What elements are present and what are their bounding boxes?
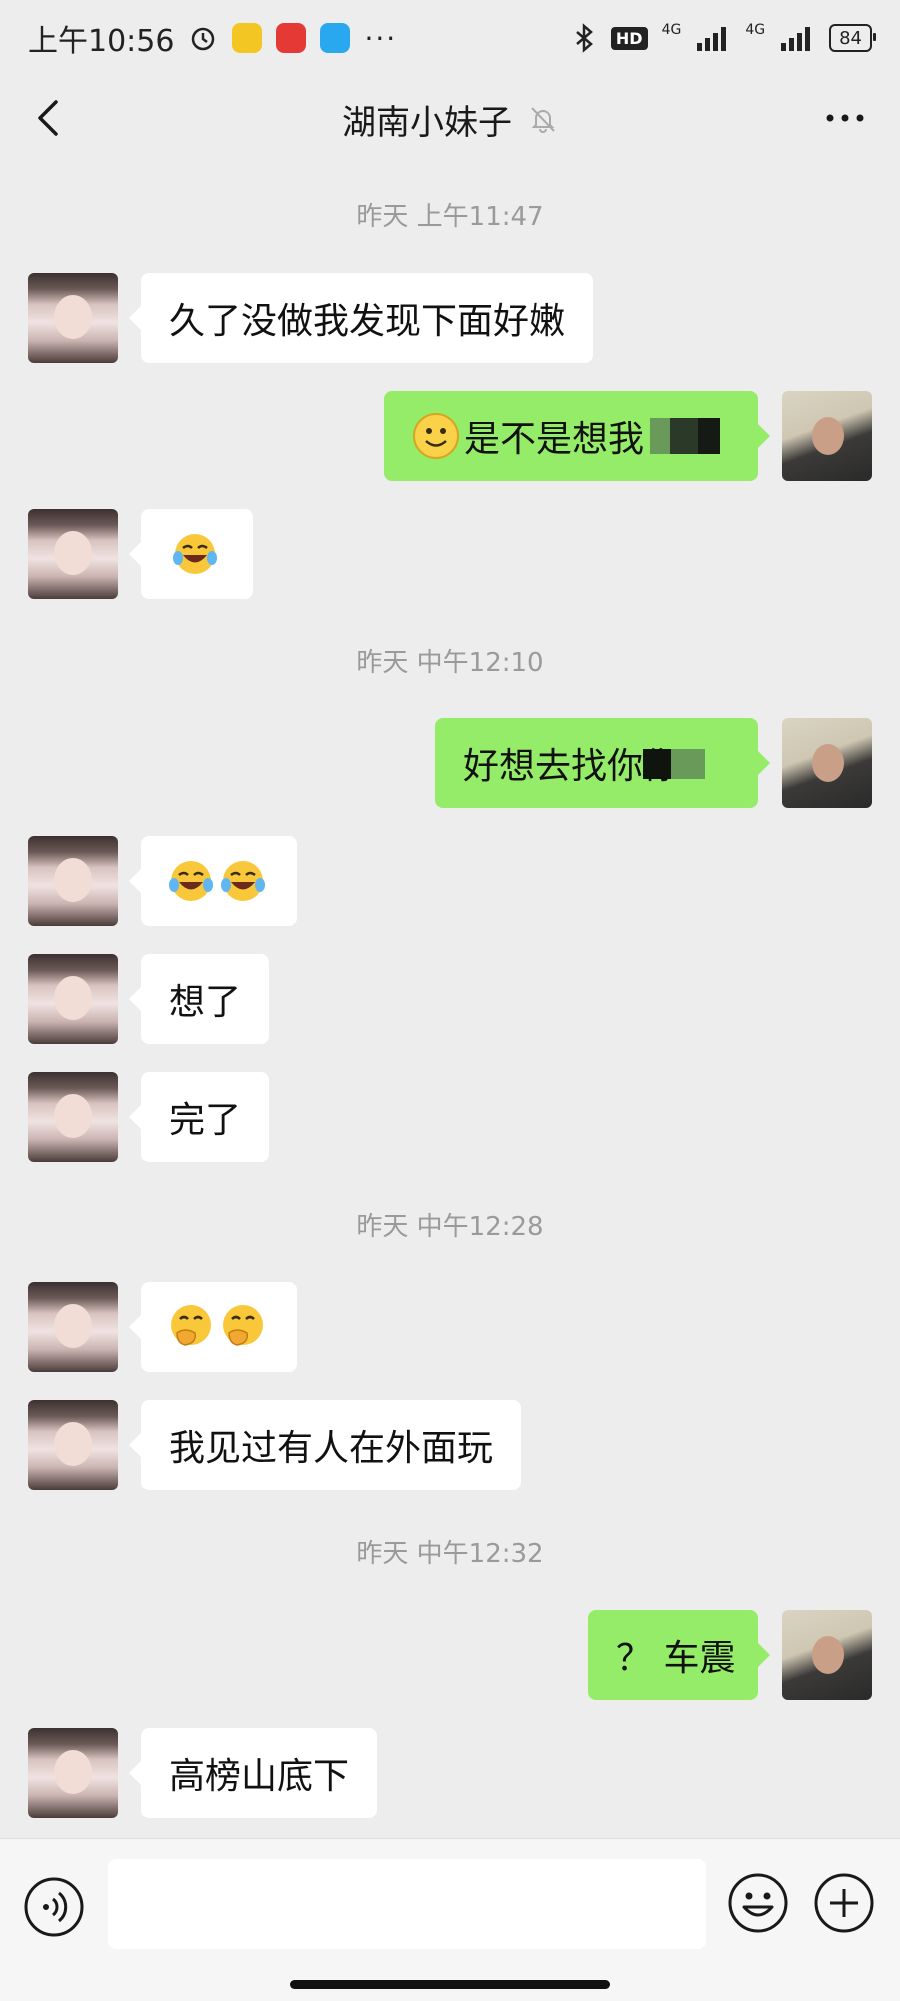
message-bubble-outgoing[interactable]: 是不是想我	[384, 391, 770, 481]
alarm-icon	[192, 27, 215, 51]
avatar-contact[interactable]	[28, 509, 118, 599]
avatar-contact[interactable]	[28, 836, 118, 926]
message-text: 久了没做我发现下面好嫩	[169, 301, 566, 342]
smiley-emoji-icon	[413, 413, 459, 459]
app-notification-icon-red	[276, 23, 307, 53]
home-indicator[interactable]	[290, 1980, 610, 1989]
bell-off-icon	[531, 107, 555, 133]
message-bubble-incoming[interactable]	[129, 1282, 297, 1372]
signal-icon-1	[697, 27, 727, 51]
redaction-mosaic	[650, 418, 721, 454]
avatar-contact[interactable]	[28, 954, 118, 1044]
status-time: 上午10:56	[28, 24, 175, 59]
message-bubble-incoming[interactable]	[129, 836, 297, 926]
plus-circle-icon[interactable]	[812, 1871, 876, 1935]
redaction-mosaic	[643, 749, 706, 779]
laughing-tears-emoji-icon	[173, 534, 217, 574]
more-horizontal-icon[interactable]	[820, 98, 870, 138]
app-notification-icon-yellow	[232, 23, 263, 53]
voice-icon[interactable]	[22, 1875, 86, 1939]
status-bar-left: 上午10:56 ···	[28, 16, 397, 60]
message-bubble-incoming[interactable]: 完了	[128, 1072, 270, 1162]
message-text: 完了	[169, 1100, 242, 1141]
status-bar-right: HD 4G 4G 84	[573, 22, 876, 53]
signal-icon-2	[781, 27, 811, 51]
message-input[interactable]	[108, 1859, 706, 1949]
avatar-contact[interactable]	[28, 1072, 118, 1162]
message-text: 高榜山底下	[169, 1756, 350, 1797]
input-bar	[0, 1838, 900, 2001]
timestamp: 昨天 中午12:32	[356, 1539, 544, 1569]
message-bubble-incoming[interactable]: 久了没做我发现下面好嫩	[128, 273, 594, 363]
battery-indicator: 84	[829, 24, 876, 52]
hd-badge: HD	[610, 26, 648, 50]
hand-over-mouth-emoji-icon	[223, 1305, 263, 1346]
network-type-2: 4G	[745, 22, 766, 38]
timestamp: 昨天 中午12:28	[356, 1212, 544, 1242]
avatar-contact[interactable]	[28, 1728, 118, 1818]
avatar-self[interactable]	[782, 1610, 872, 1700]
avatar-contact[interactable]	[28, 273, 118, 363]
chat-title: 湖南小妹子	[342, 102, 512, 143]
status-more-dots: ···	[364, 21, 398, 55]
message-text: 是不是想我	[464, 419, 645, 460]
avatar-self[interactable]	[782, 718, 872, 808]
message-bubble-incoming[interactable]: 我见过有人在外面玩	[128, 1400, 522, 1490]
avatar-contact[interactable]	[28, 1400, 118, 1490]
network-type-1: 4G	[661, 22, 682, 38]
message-text: 我见过有人在外面玩	[169, 1428, 494, 1469]
emoji-face-icon[interactable]	[726, 1871, 790, 1935]
chat-header: 湖南小妹子	[0, 76, 900, 162]
hand-over-mouth-emoji-icon	[171, 1305, 211, 1346]
message-bubble-outgoing[interactable]: 好想去找你你	[435, 718, 770, 808]
message-bubble-outgoing[interactable]: ？ 车震	[588, 1610, 770, 1700]
app-notification-icon-blue	[320, 23, 351, 53]
laughing-tears-emoji-icon	[169, 861, 213, 901]
laughing-tears-emoji-icon	[221, 861, 265, 901]
timestamp: 昨天 中午12:10	[356, 648, 544, 678]
timestamp: 昨天 上午11:47	[356, 202, 544, 232]
message-text: ？ 车震	[616, 1638, 736, 1679]
avatar-contact[interactable]	[28, 1282, 118, 1372]
bluetooth-icon	[576, 23, 593, 53]
message-bubble-incoming[interactable]	[129, 509, 253, 599]
chevron-left-icon[interactable]	[30, 98, 70, 138]
status-bar: 上午10:56 ··· HD 4G 4G 84	[0, 0, 900, 76]
message-bubble-incoming[interactable]: 高榜山底下	[128, 1728, 378, 1818]
message-bubble-incoming[interactable]: 想了	[128, 954, 270, 1044]
avatar-self[interactable]	[782, 391, 872, 481]
message-text: 想了	[169, 982, 242, 1023]
